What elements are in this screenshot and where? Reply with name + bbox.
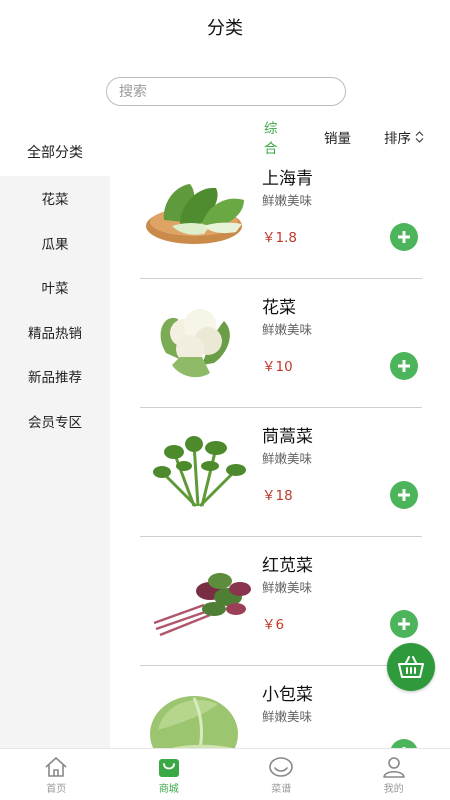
tab-label: 我的 <box>383 784 404 795</box>
bok-choy-image <box>146 184 244 244</box>
add-to-cart-button[interactable] <box>390 610 418 638</box>
recipe-icon <box>269 757 294 777</box>
sidebar-item-new[interactable]: 新品推荐 <box>0 354 110 399</box>
sort-order-label: 排序 <box>384 131 411 147</box>
product-desc: 鲜嫩美味 <box>262 709 313 724</box>
search-box[interactable] <box>106 77 346 106</box>
category-sidebar: 全部分类 花菜 瓜果 叶菜 精品热销 新品推荐 会员专区 <box>0 128 110 748</box>
cauliflower-image <box>160 309 230 378</box>
crown-daisy-image <box>153 436 246 508</box>
product-card[interactable]: 茼蒿菜 鲜嫩美味 ￥18 <box>140 408 422 537</box>
plus-icon <box>398 231 410 243</box>
product-desc: 鲜嫩美味 <box>262 193 313 208</box>
product-price: ￥6 <box>262 617 285 633</box>
tab-shop[interactable]: 商城 <box>113 749 226 800</box>
sidebar-item-hot-sale[interactable]: 精品热销 <box>0 310 110 355</box>
product-name: 上海青 <box>262 169 313 189</box>
tab-label: 菜谱 <box>271 784 292 795</box>
shop-bag-icon <box>158 759 179 777</box>
add-to-cart-button[interactable] <box>390 223 418 251</box>
sidebar-item-cauliflower[interactable]: 花菜 <box>0 176 110 221</box>
tab-home[interactable]: 首页 <box>0 749 113 800</box>
tab-label: 商城 <box>158 784 179 795</box>
product-price: ￥10 <box>262 359 293 375</box>
plus-icon <box>398 618 410 630</box>
product-name: 茼蒿菜 <box>262 427 313 447</box>
product-list: 上海青 鲜嫩美味 ￥1.8 花菜 鲜嫩美味 ￥10 茼蒿菜 鲜嫩美味 ￥18 红… <box>140 150 422 748</box>
home-icon <box>45 757 67 777</box>
product-card[interactable]: 小包菜 鲜嫩美味 ￥8 <box>140 666 422 748</box>
tab-recipe[interactable]: 菜谱 <box>225 749 338 800</box>
add-to-cart-button[interactable] <box>390 352 418 380</box>
product-name: 红苋菜 <box>262 556 313 576</box>
sort-order[interactable]: 排序 <box>384 127 424 147</box>
plus-icon <box>398 489 410 501</box>
add-to-cart-button[interactable] <box>390 481 418 509</box>
page-title: 分类 <box>207 18 243 39</box>
plus-icon <box>398 360 410 372</box>
product-card[interactable]: 花菜 鲜嫩美味 ￥10 <box>140 279 422 408</box>
product-card[interactable]: 上海青 鲜嫩美味 ￥1.8 <box>140 150 422 279</box>
red-amaranth-image <box>153 573 251 637</box>
sort-arrows-icon <box>415 131 424 143</box>
product-price: ￥18 <box>262 488 293 504</box>
header: 分类 <box>0 0 450 60</box>
sidebar-item-all[interactable]: 全部分类 <box>0 128 110 176</box>
tab-mine[interactable]: 我的 <box>338 749 450 800</box>
product-card[interactable]: 红苋菜 鲜嫩美味 ￥6 <box>140 537 422 666</box>
search-input[interactable] <box>107 78 345 105</box>
bottom-tab-bar: 首页 商城 菜谱 我的 <box>0 748 450 800</box>
user-icon <box>382 757 405 778</box>
product-desc: 鲜嫩美味 <box>262 322 313 337</box>
sidebar-item-leafy[interactable]: 叶菜 <box>0 265 110 310</box>
product-desc: 鲜嫩美味 <box>262 580 313 595</box>
sidebar-list: 花菜 瓜果 叶菜 精品热销 新品推荐 会员专区 <box>0 176 110 748</box>
add-to-cart-button[interactable] <box>390 739 418 748</box>
product-desc: 鲜嫩美味 <box>262 451 313 466</box>
product-name: 花菜 <box>262 298 296 318</box>
cabbage-image <box>150 696 238 748</box>
sidebar-item-members[interactable]: 会员专区 <box>0 399 110 444</box>
product-price: ￥1.8 <box>262 230 297 246</box>
product-name: 小包菜 <box>262 685 313 705</box>
cart-button[interactable] <box>387 643 435 691</box>
sidebar-item-melon-fruit[interactable]: 瓜果 <box>0 221 110 266</box>
basket-icon <box>398 656 424 678</box>
sort-sales[interactable]: 销量 <box>324 127 351 147</box>
tab-label: 首页 <box>46 784 67 795</box>
